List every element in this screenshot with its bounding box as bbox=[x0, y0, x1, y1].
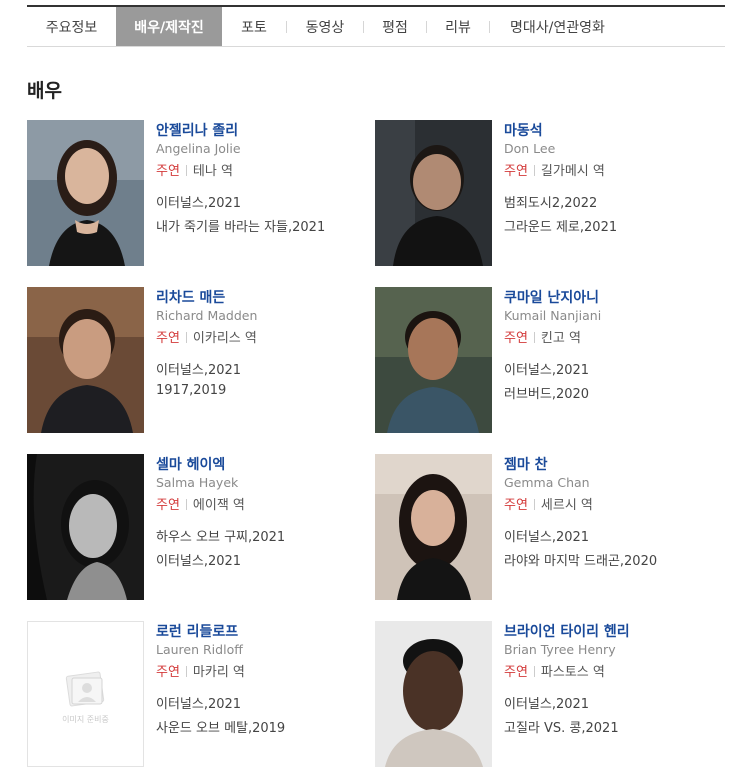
filmography-link[interactable]: 이터널스,2021 bbox=[156, 359, 241, 378]
actor-english-name: Angelina Jolie bbox=[156, 141, 241, 156]
actor-photo[interactable] bbox=[27, 454, 144, 600]
filmography-link[interactable]: 사운드 오브 메탈,2019 bbox=[156, 717, 285, 736]
actor-english-name: Lauren Ridloff bbox=[156, 642, 243, 657]
role-name: 길가메시 역 bbox=[540, 164, 605, 179]
actor-english-name: Kumail Nanjiani bbox=[504, 308, 602, 323]
role-name: 마카리 역 bbox=[192, 665, 245, 680]
role-type: 주연 bbox=[156, 331, 180, 346]
role-name: 테나 역 bbox=[192, 164, 233, 179]
filmography-link[interactable]: 이터널스,2021 bbox=[504, 526, 589, 545]
actor-card: 브라이언 타이리 헨리 Brian Tyree Henry 주연 파스토스 역 이… bbox=[375, 621, 715, 771]
filmography-link[interactable]: 범죄도시2,2022 bbox=[504, 192, 597, 211]
tab-cast-crew[interactable]: 배우/제작진 bbox=[116, 7, 222, 46]
role-divider bbox=[185, 666, 187, 677]
actor-photo[interactable] bbox=[375, 287, 492, 433]
actor-photo[interactable] bbox=[375, 621, 492, 767]
tab-rating[interactable]: 평점 bbox=[364, 7, 426, 46]
tab-main-info[interactable]: 주요정보 bbox=[27, 7, 116, 46]
actor-english-name: Richard Madden bbox=[156, 308, 258, 323]
actor-role: 주연 에이잭 역 bbox=[156, 494, 245, 513]
actor-card: 젬마 찬 Gemma Chan 주연 세르시 역 이터널스,2021 라야와 마지… bbox=[375, 454, 715, 604]
image-placeholder-icon bbox=[65, 671, 105, 707]
actor-card: 리차드 매든 Richard Madden 주연 이카리스 역 이터널스,2021… bbox=[27, 287, 367, 437]
filmography-link[interactable]: 내가 죽기를 바라는 자들,2021 bbox=[156, 216, 325, 235]
filmography-link[interactable]: 고질라 VS. 콩,2021 bbox=[504, 717, 619, 736]
role-type: 주연 bbox=[504, 665, 528, 680]
actor-card: 쿠마일 난지아니 Kumail Nanjiani 주연 킨고 역 이터널스,202… bbox=[375, 287, 715, 437]
actor-photo[interactable] bbox=[27, 287, 144, 433]
role-name: 킨고 역 bbox=[540, 331, 581, 346]
filmography-link[interactable]: 러브버드,2020 bbox=[504, 383, 589, 402]
actor-name[interactable]: 마동석 bbox=[504, 120, 543, 140]
section-title-actors: 배우 bbox=[27, 80, 62, 102]
role-type: 주연 bbox=[504, 498, 528, 513]
actor-role: 주연 길가메시 역 bbox=[504, 160, 605, 179]
actor-name[interactable]: 안젤리나 졸리 bbox=[156, 120, 238, 140]
actor-card: 셀마 헤이엑 Salma Hayek 주연 에이잭 역 하우스 오브 구찌,202… bbox=[27, 454, 367, 604]
actor-role: 주연 이카리스 역 bbox=[156, 327, 257, 346]
filmography-link[interactable]: 이터널스,2021 bbox=[156, 693, 241, 712]
actor-name[interactable]: 리차드 매든 bbox=[156, 287, 225, 307]
actor-role: 주연 킨고 역 bbox=[504, 327, 581, 346]
role-divider bbox=[185, 499, 187, 510]
role-type: 주연 bbox=[504, 164, 528, 179]
filmography-link[interactable]: 1917,2019 bbox=[156, 383, 226, 398]
actor-card: 이미지 준비중 로런 리들로프 Lauren Ridloff 주연 마카리 역 이… bbox=[27, 621, 367, 771]
actor-name[interactable]: 쿠마일 난지아니 bbox=[504, 287, 599, 307]
actor-name[interactable]: 브라이언 타이리 헨리 bbox=[504, 621, 630, 641]
role-divider bbox=[533, 165, 535, 176]
role-divider bbox=[533, 666, 535, 677]
actor-role: 주연 파스토스 역 bbox=[504, 661, 605, 680]
actor-photo-placeholder[interactable]: 이미지 준비중 bbox=[27, 621, 144, 767]
tab-photo[interactable]: 포토 bbox=[222, 7, 286, 46]
filmography-link[interactable]: 이터널스,2021 bbox=[504, 359, 589, 378]
actor-card: 안젤리나 졸리 Angelina Jolie 주연 테나 역 이터널스,2021 … bbox=[27, 120, 367, 270]
role-divider bbox=[533, 332, 535, 343]
actor-english-name: Don Lee bbox=[504, 141, 556, 156]
actor-name[interactable]: 젬마 찬 bbox=[504, 454, 548, 474]
filmography-link[interactable]: 이터널스,2021 bbox=[156, 550, 241, 569]
actor-photo[interactable] bbox=[375, 120, 492, 266]
role-name: 에이잭 역 bbox=[192, 498, 245, 513]
role-divider bbox=[185, 332, 187, 343]
role-name: 세르시 역 bbox=[540, 498, 593, 513]
actor-name[interactable]: 셀마 헤이엑 bbox=[156, 454, 225, 474]
role-divider bbox=[533, 499, 535, 510]
tab-bar: 주요정보 배우/제작진 포토 동영상 평점 리뷰 명대사/연관영화 bbox=[27, 5, 725, 47]
role-name: 이카리스 역 bbox=[192, 331, 257, 346]
actor-role: 주연 세르시 역 bbox=[504, 494, 593, 513]
role-type: 주연 bbox=[156, 164, 180, 179]
role-type: 주연 bbox=[156, 498, 180, 513]
tab-quotes-related[interactable]: 명대사/연관영화 bbox=[490, 7, 625, 46]
actor-photo[interactable] bbox=[375, 454, 492, 600]
actor-card: 마동석 Don Lee 주연 길가메시 역 범죄도시2,2022 그라운드 제로,… bbox=[375, 120, 715, 270]
filmography-link[interactable]: 그라운드 제로,2021 bbox=[504, 216, 617, 235]
role-divider bbox=[185, 165, 187, 176]
actor-english-name: Gemma Chan bbox=[504, 475, 590, 490]
tab-review[interactable]: 리뷰 bbox=[427, 7, 489, 46]
actor-name[interactable]: 로런 리들로프 bbox=[156, 621, 238, 641]
role-type: 주연 bbox=[504, 331, 528, 346]
filmography-link[interactable]: 이터널스,2021 bbox=[156, 192, 241, 211]
actor-role: 주연 테나 역 bbox=[156, 160, 233, 179]
filmography-link[interactable]: 이터널스,2021 bbox=[504, 693, 589, 712]
actor-photo[interactable] bbox=[27, 120, 144, 266]
actor-role: 주연 마카리 역 bbox=[156, 661, 245, 680]
role-type: 주연 bbox=[156, 665, 180, 680]
actor-english-name: Salma Hayek bbox=[156, 475, 239, 490]
role-name: 파스토스 역 bbox=[540, 665, 605, 680]
image-placeholder-text: 이미지 준비중 bbox=[62, 715, 109, 724]
filmography-link[interactable]: 하우스 오브 구찌,2021 bbox=[156, 526, 285, 545]
filmography-link[interactable]: 라야와 마지막 드래곤,2020 bbox=[504, 550, 657, 569]
tab-video[interactable]: 동영상 bbox=[287, 7, 363, 46]
actor-english-name: Brian Tyree Henry bbox=[504, 642, 616, 657]
